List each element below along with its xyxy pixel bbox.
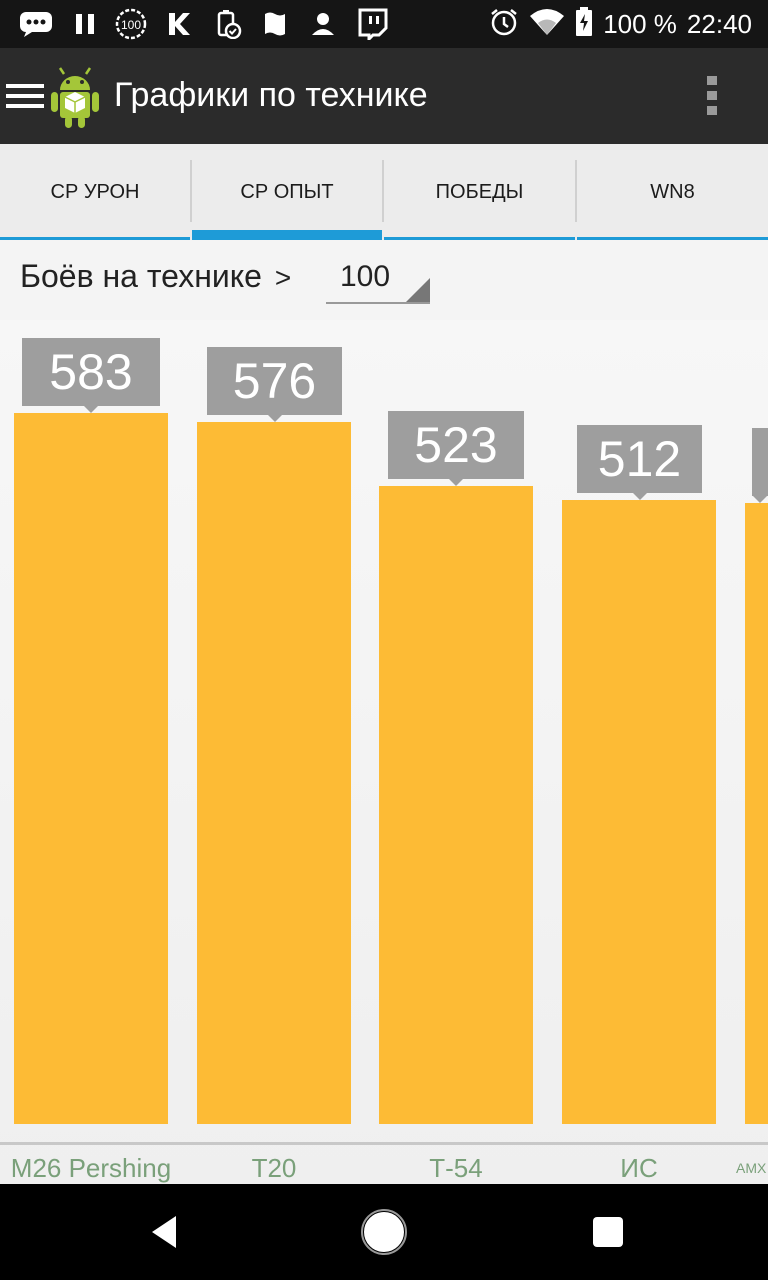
bar-value-label: 576: [207, 347, 342, 422]
hamburger-icon[interactable]: [6, 82, 44, 110]
tab-avg-experience[interactable]: СР ОПЫТ: [192, 144, 382, 240]
twitch-icon: [356, 8, 388, 40]
chart-bar[interactable]: [14, 413, 168, 1124]
tab-underline: [0, 237, 190, 240]
bar-value-label: 583: [22, 338, 160, 413]
chart-bar[interactable]: [745, 503, 768, 1124]
battery-percent: 100 %: [603, 8, 677, 39]
back-triangle-icon[interactable]: [146, 1214, 182, 1250]
filter-label-text: Боёв на технике: [20, 258, 262, 294]
app-bar: Графики по технике: [0, 48, 768, 144]
filter-chevron: >: [274, 262, 292, 293]
tab-wn8[interactable]: WN8: [577, 144, 768, 240]
tab-label: СР УРОН: [50, 180, 140, 203]
tab-label: СР ОПЫТ: [240, 180, 334, 203]
page-title: Графики по технике: [114, 76, 428, 114]
dropdown-value: 100: [340, 260, 391, 293]
dropdown-arrow-icon: [406, 278, 430, 302]
tab-label: WN8: [650, 180, 695, 203]
tab-underline: [384, 237, 575, 240]
svg-text:100: 100: [121, 18, 141, 32]
clock-time: 22:40: [686, 8, 752, 39]
messenger-icon: [18, 10, 54, 38]
alarm-icon: [489, 7, 519, 42]
overflow-menu-icon[interactable]: [700, 76, 724, 116]
status-bar: 100 100 % 22:40: [0, 0, 768, 48]
status-right: 100 % 22:40: [489, 0, 752, 48]
wifi-icon: [529, 8, 565, 41]
tab-underline: [577, 237, 768, 240]
bar-value-label: [752, 428, 768, 503]
x-tick-label: AMX: [736, 1160, 767, 1176]
battles-filter-label: Боёв на технике >: [20, 258, 291, 295]
android-logo-icon[interactable]: [46, 62, 104, 130]
battles-threshold-dropdown[interactable]: 100: [326, 258, 430, 304]
chart-x-axis: [0, 1142, 768, 1145]
recents-square-icon[interactable]: [592, 1216, 624, 1248]
x-tick-label: M26 Pershing: [10, 1152, 172, 1183]
file-icon: [262, 10, 290, 38]
cleaner-icon: [214, 10, 242, 39]
chart-bar[interactable]: [197, 422, 351, 1124]
tab-avg-damage[interactable]: СР УРОН: [0, 144, 190, 240]
battery-icon: [575, 6, 593, 42]
navigation-bar: [0, 1184, 768, 1280]
tab-active-indicator: [192, 230, 382, 240]
chart-bar[interactable]: [562, 500, 716, 1124]
x-tick-label: Т-54: [429, 1152, 483, 1183]
chart-bar[interactable]: [379, 486, 533, 1124]
person-icon: [310, 10, 336, 38]
badge-100-icon: 100: [114, 8, 148, 40]
tab-bar: СР УРОН СР ОПЫТ ПОБЕДЫ WN8: [0, 144, 768, 240]
x-tick-label: T20: [251, 1152, 297, 1183]
pause-icon: [72, 10, 98, 38]
tab-label: ПОБЕДЫ: [435, 180, 524, 203]
k-icon: [166, 10, 190, 38]
bar-value-label: 512: [577, 425, 702, 500]
x-tick-label: ИС: [620, 1152, 658, 1183]
bar-value-label: 523: [388, 411, 524, 486]
home-circle-icon[interactable]: [360, 1208, 408, 1256]
tab-wins[interactable]: ПОБЕДЫ: [384, 144, 575, 240]
